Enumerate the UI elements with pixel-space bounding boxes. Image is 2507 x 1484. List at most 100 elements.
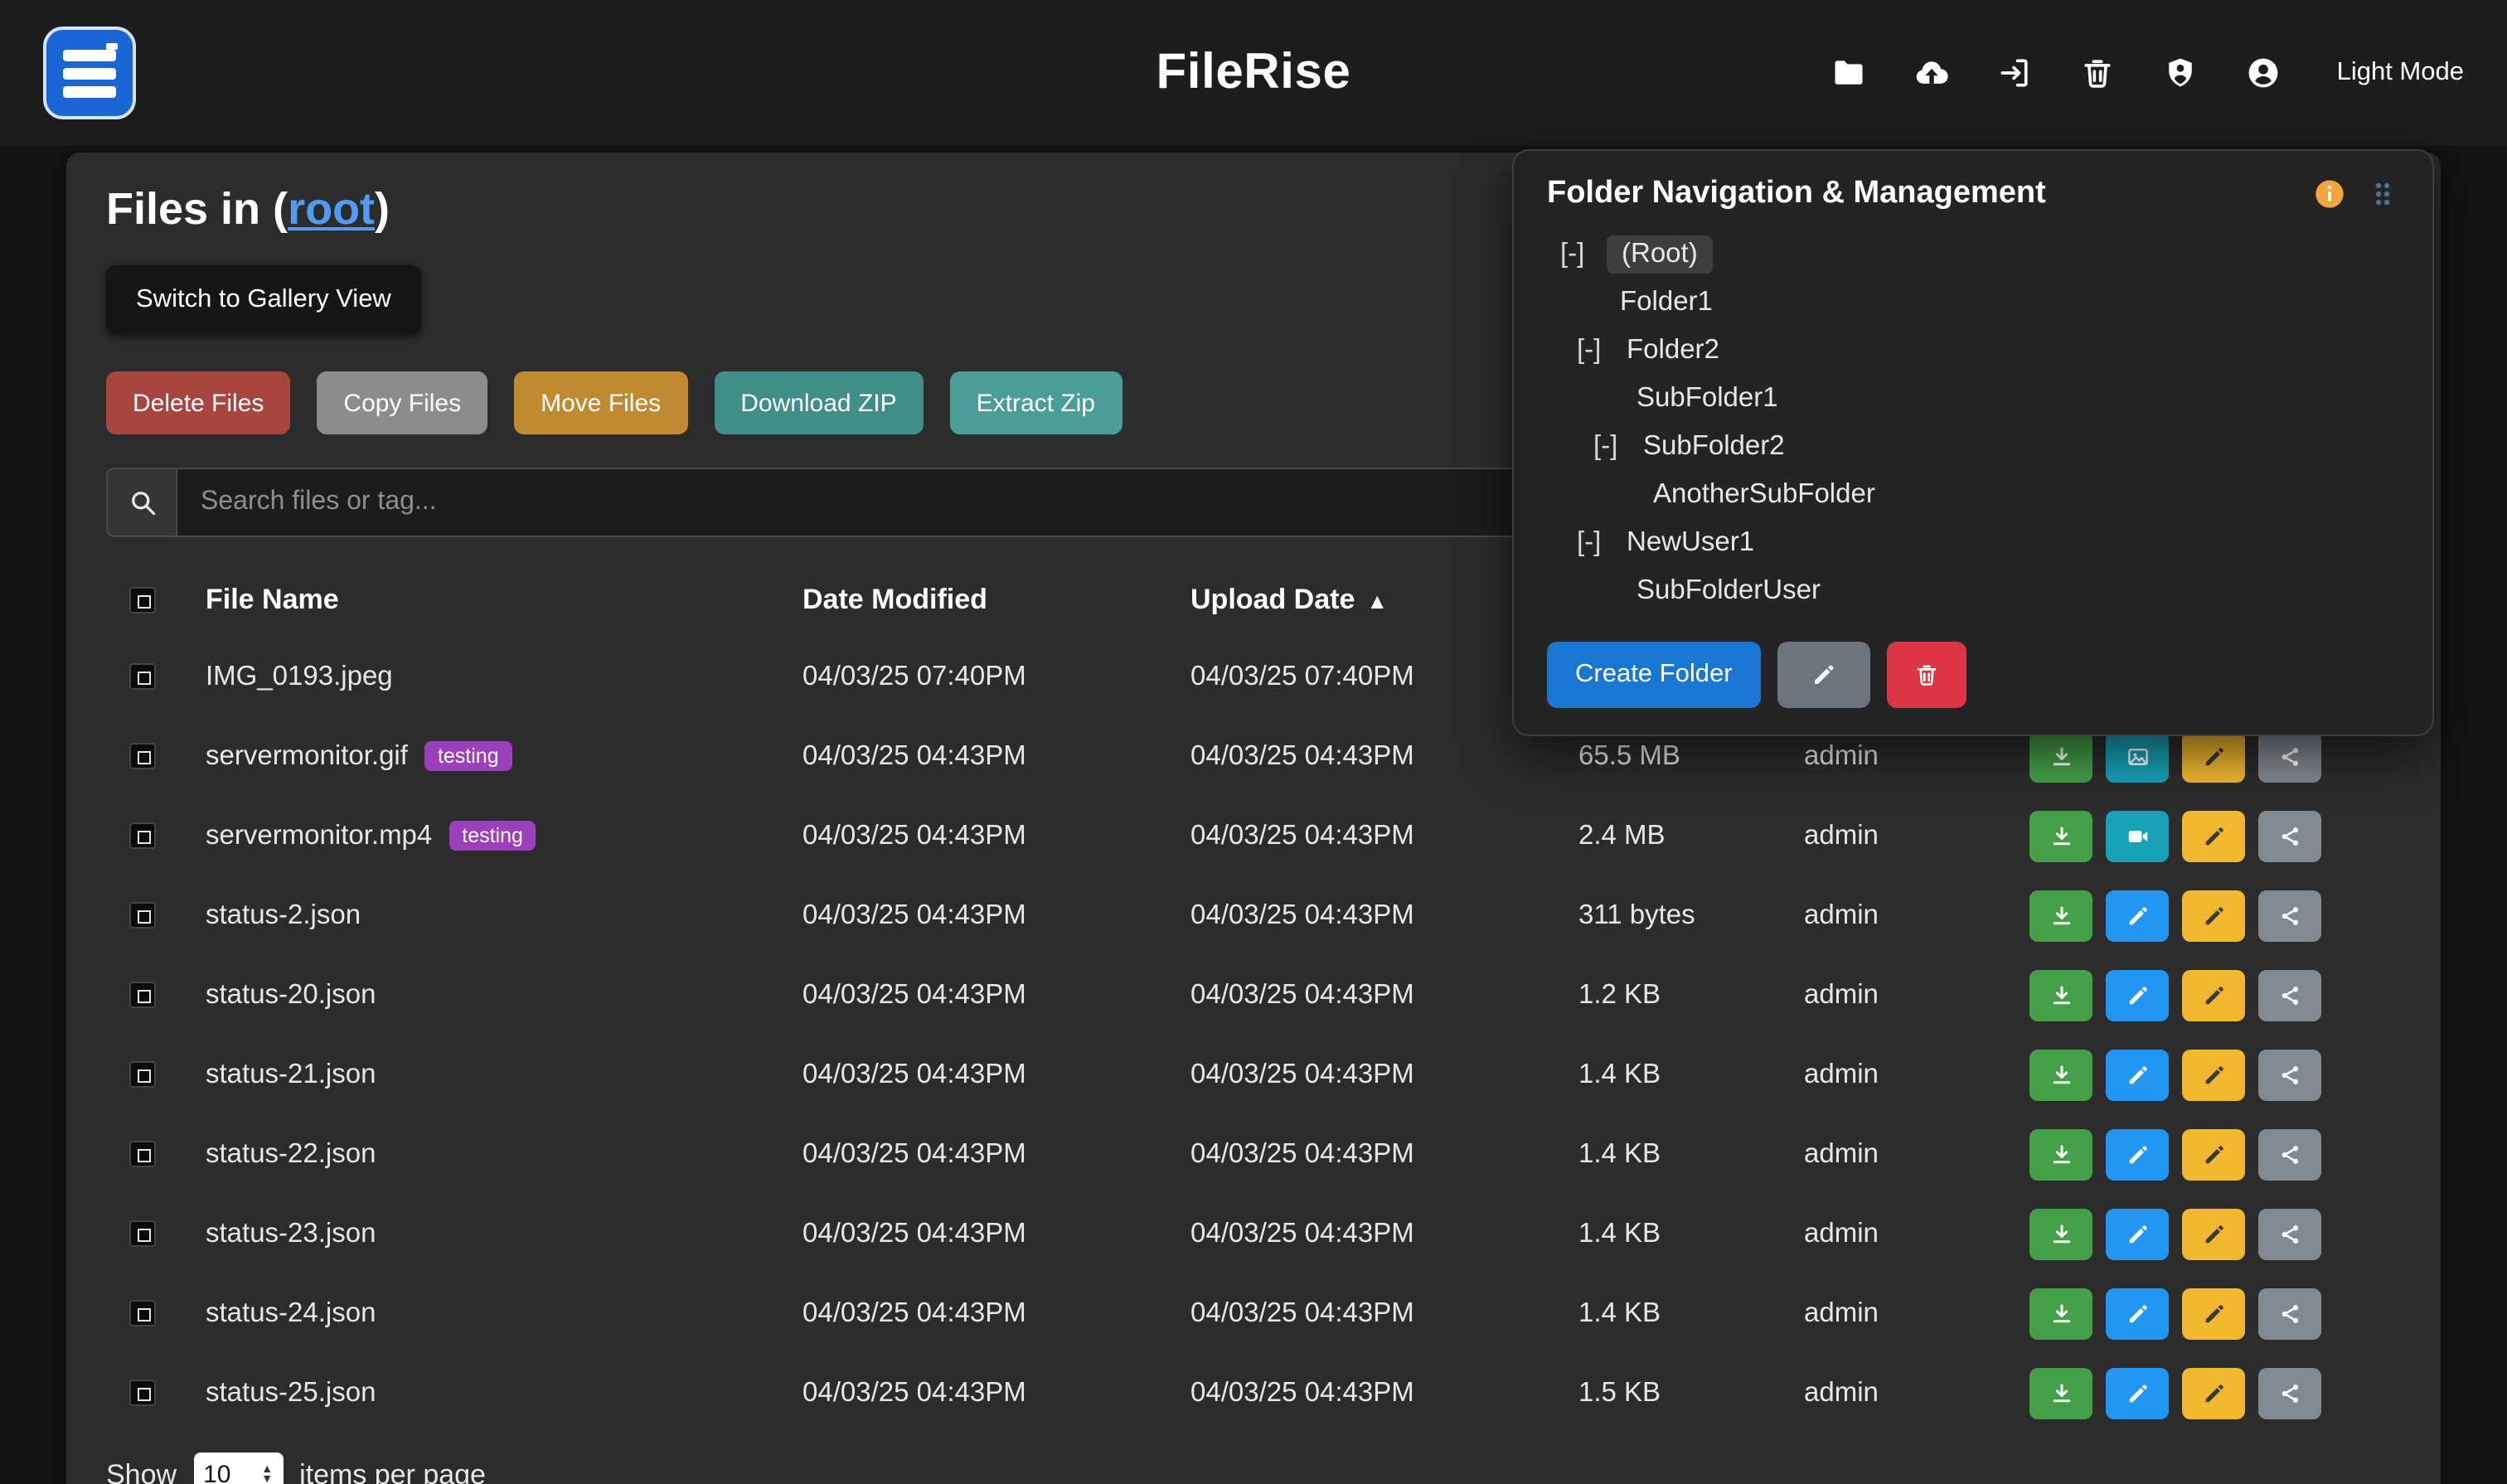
rename-button[interactable] — [2182, 1288, 2245, 1339]
share-button[interactable] — [2258, 890, 2321, 941]
items-per-page-select[interactable]: 10 ▲▼ — [193, 1452, 283, 1484]
create-folder-button[interactable]: Create Folder — [1547, 642, 1761, 708]
folder-tree-item[interactable]: Folder1 — [1514, 279, 2419, 327]
row-checkbox[interactable] — [129, 1141, 156, 1167]
share-button[interactable] — [2258, 730, 2321, 782]
copy-files-button[interactable]: Copy Files — [317, 371, 487, 434]
admin-shield-icon[interactable] — [2161, 53, 2201, 93]
folder-name[interactable]: Folder2 — [1623, 332, 1723, 370]
share-button[interactable] — [2258, 969, 2321, 1021]
switch-gallery-view-button[interactable]: Switch to Gallery View — [106, 265, 421, 335]
folder-tree-item[interactable]: AnotherSubFolder — [1514, 471, 2419, 519]
move-files-button[interactable]: Move Files — [514, 371, 687, 434]
rename-button[interactable] — [2182, 1128, 2245, 1180]
rename-button[interactable] — [2182, 1208, 2245, 1259]
file-name[interactable]: status-23.json — [206, 1218, 376, 1249]
edit-button[interactable] — [2106, 1128, 2169, 1180]
search-input[interactable] — [176, 468, 1578, 537]
file-name[interactable]: status-24.json — [206, 1297, 376, 1329]
download-button[interactable] — [2029, 969, 2092, 1021]
preview-video-button[interactable] — [2106, 810, 2169, 861]
download-button[interactable] — [2029, 1288, 2092, 1339]
share-button[interactable] — [2258, 1288, 2321, 1339]
rename-button[interactable] — [2182, 1049, 2245, 1100]
select-all-checkbox[interactable] — [129, 587, 156, 613]
tree-collapse-toggle[interactable]: [-] — [1560, 239, 1597, 270]
folder-name[interactable]: AnotherSubFolder — [1650, 476, 1879, 514]
drag-handle-icon[interactable] — [2366, 177, 2399, 211]
row-checkbox[interactable] — [129, 663, 156, 690]
rename-button[interactable] — [2182, 969, 2245, 1021]
edit-button[interactable] — [2106, 1208, 2169, 1259]
folder-icon[interactable] — [1830, 53, 1869, 93]
folder-name[interactable]: SubFolder1 — [1633, 380, 1782, 418]
root-folder-link[interactable]: root — [288, 184, 375, 234]
file-name[interactable]: status-22.json — [206, 1138, 376, 1170]
light-mode-toggle[interactable]: Light Mode — [2337, 58, 2464, 88]
download-button[interactable] — [2029, 1208, 2092, 1259]
folder-name[interactable]: SubFolder2 — [1640, 428, 1788, 466]
delete-files-button[interactable]: Delete Files — [106, 371, 290, 434]
tree-collapse-toggle[interactable]: [-] — [1577, 527, 1613, 559]
delete-folder-button[interactable] — [1887, 642, 1966, 708]
logout-icon[interactable] — [1995, 53, 2035, 93]
tree-collapse-toggle[interactable]: [-] — [1593, 431, 1630, 463]
app-logo[interactable] — [43, 27, 136, 119]
column-file-name[interactable]: File Name — [206, 584, 339, 617]
edit-button[interactable] — [2106, 969, 2169, 1021]
tree-collapse-toggle[interactable]: [-] — [1577, 335, 1613, 366]
row-checkbox[interactable] — [129, 982, 156, 1008]
extract-zip-button[interactable]: Extract Zip — [950, 371, 1122, 434]
download-zip-button[interactable]: Download ZIP — [714, 371, 923, 434]
folder-tree-item[interactable]: SubFolderUser — [1514, 567, 2419, 615]
trash-icon[interactable] — [2078, 53, 2118, 93]
file-name[interactable]: status-21.json — [206, 1059, 376, 1090]
rename-folder-button[interactable] — [1777, 642, 1870, 708]
rename-button[interactable] — [2182, 1367, 2245, 1419]
column-upload-date[interactable]: Upload Date▲ — [1190, 584, 1388, 617]
file-name[interactable]: status-25.json — [206, 1377, 376, 1409]
folder-name[interactable]: NewUser1 — [1623, 524, 1758, 562]
column-date-modified[interactable]: Date Modified — [803, 584, 987, 617]
share-button[interactable] — [2258, 1049, 2321, 1100]
file-name[interactable]: status-2.json — [206, 900, 361, 931]
download-button[interactable] — [2029, 1049, 2092, 1100]
row-checkbox[interactable] — [129, 902, 156, 929]
file-name[interactable]: IMG_0193.jpeg — [206, 661, 393, 692]
info-icon[interactable] — [2313, 177, 2346, 211]
folder-tree-item[interactable]: [-] (Root) — [1514, 230, 2419, 279]
row-checkbox[interactable] — [129, 1061, 156, 1088]
folder-tree-item[interactable]: [-] NewUser1 — [1514, 519, 2419, 567]
folder-name[interactable]: (Root) — [1607, 235, 1713, 274]
share-button[interactable] — [2258, 1128, 2321, 1180]
row-checkbox[interactable] — [129, 1220, 156, 1247]
rename-button[interactable] — [2182, 810, 2245, 861]
edit-button[interactable] — [2106, 1288, 2169, 1339]
folder-name[interactable]: Folder1 — [1617, 284, 1716, 322]
share-button[interactable] — [2258, 1208, 2321, 1259]
row-checkbox[interactable] — [129, 743, 156, 769]
edit-button[interactable] — [2106, 1049, 2169, 1100]
folder-tree-item[interactable]: SubFolder1 — [1514, 375, 2419, 423]
download-button[interactable] — [2029, 810, 2092, 861]
file-name[interactable]: status-20.json — [206, 979, 376, 1011]
share-button[interactable] — [2258, 810, 2321, 861]
preview-image-button[interactable] — [2106, 730, 2169, 782]
rename-button[interactable] — [2182, 730, 2245, 782]
rename-button[interactable] — [2182, 890, 2245, 941]
share-button[interactable] — [2258, 1367, 2321, 1419]
folder-tree-item[interactable]: [-] Folder2 — [1514, 327, 2419, 375]
folder-name[interactable]: SubFolderUser — [1633, 572, 1824, 610]
download-button[interactable] — [2029, 730, 2092, 782]
row-checkbox[interactable] — [129, 1380, 156, 1406]
cloud-upload-icon[interactable] — [1913, 53, 1952, 93]
file-name[interactable]: servermonitor.gif — [206, 740, 408, 772]
file-name[interactable]: servermonitor.mp4 — [206, 820, 432, 851]
download-button[interactable] — [2029, 1128, 2092, 1180]
user-circle-icon[interactable] — [2244, 53, 2284, 93]
edit-button[interactable] — [2106, 1367, 2169, 1419]
download-button[interactable] — [2029, 890, 2092, 941]
folder-tree-item[interactable]: [-] SubFolder2 — [1514, 423, 2419, 471]
row-checkbox[interactable] — [129, 1300, 156, 1326]
download-button[interactable] — [2029, 1367, 2092, 1419]
